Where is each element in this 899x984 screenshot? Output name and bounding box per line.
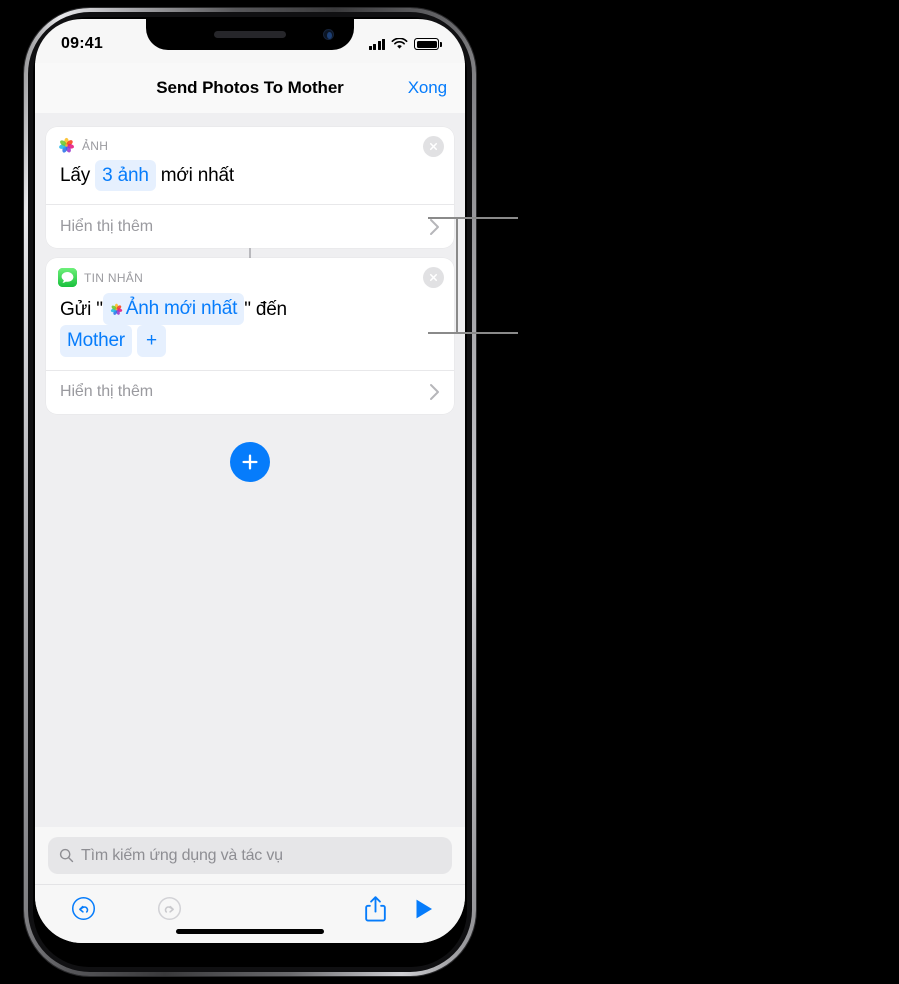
battery-icon [414,38,442,50]
close-circle-icon[interactable] [423,267,444,289]
notch [146,19,354,50]
action-card-photos[interactable]: ẢNH Lấy 3 ảnh mới nhất Hiển thị thêm [46,127,454,249]
show-more-row[interactable]: Hiển thị thêm [46,369,454,414]
callout-line-vertical [456,217,458,334]
redo-button [141,896,197,921]
cellular-bars-icon [368,38,385,50]
close-circle-icon[interactable] [423,136,444,157]
action-header: TIN NHẮN [46,258,454,289]
screenshot-stage: 09:41 Send Photos To Mother Xong ẢNH Lấy… [0,0,899,984]
action-app-label: ẢNH [82,138,109,153]
search-placeholder: Tìm kiếm ứng dụng và tác vụ [81,846,283,864]
parameter-token-latest-photos[interactable]: Ảnh mới nhất [102,293,245,325]
action-body: Lấy 3 ảnh mới nhất [46,156,454,204]
home-indicator[interactable] [176,929,324,934]
editor-toolbar [35,884,465,932]
redo-icon [157,896,181,921]
chevron-right-icon [430,218,439,235]
add-action-button[interactable] [230,441,270,482]
action-connector [249,248,251,259]
search-input[interactable]: Tìm kiếm ứng dụng và tác vụ [48,837,452,874]
front-camera [323,29,334,40]
show-more-label: Hiển thị thêm [60,383,153,401]
phrase-text: Lấy [60,165,91,186]
undo-icon [71,896,95,921]
status-time: 09:41 [61,35,103,52]
action-phrase: Lấy 3 ảnh mới nhất [60,160,440,192]
add-action-row [46,441,454,482]
messages-icon [58,268,77,288]
action-header: ẢNH [46,127,454,157]
search-container: Tìm kiếm ứng dụng và tác vụ [35,827,465,884]
play-icon [416,899,432,918]
photos-icon [110,303,122,315]
photos-icon [59,137,74,153]
callout-line-messages-action [428,332,518,334]
show-more-label: Hiển thị thêm [60,217,153,235]
done-button[interactable]: Xong [408,78,447,98]
share-icon [364,895,386,921]
search-icon [59,848,74,863]
phrase-text: " đến [244,299,287,321]
navigation-bar: Send Photos To Mother Xong [35,63,465,113]
callout-line-photos-action [428,217,518,219]
undo-button[interactable] [55,896,111,921]
show-more-row[interactable]: Hiển thị thêm [46,204,454,248]
action-card-messages[interactable]: TIN NHẮN Gửi " Ảnh mới nhất " đến Mother… [46,258,454,414]
wifi-icon [391,38,408,49]
parameter-token-photo-count[interactable]: 3 ảnh [95,160,156,192]
bottom-bar: Tìm kiếm ứng dụng và tác vụ [35,827,465,943]
run-shortcut-button[interactable] [403,898,445,920]
chevron-right-icon [430,384,439,401]
earpiece-speaker [214,31,286,38]
phrase-text: Gửi " [60,299,103,321]
action-app-label: TIN NHẮN [84,270,144,285]
action-phrase: Gửi " Ảnh mới nhất " đến Mother + [60,293,440,357]
status-indicators [368,32,442,50]
share-button[interactable] [347,895,403,923]
token-label: Ảnh mới nhất [125,298,238,320]
shortcut-editor-canvas: ẢNH Lấy 3 ảnh mới nhất Hiển thị thêm TIN… [35,113,465,827]
plus-icon [242,453,258,470]
page-title: Send Photos To Mother [156,78,344,97]
phone-screen: 09:41 Send Photos To Mother Xong ẢNH Lấy… [35,19,465,943]
action-body: Gửi " Ảnh mới nhất " đến Mother + [46,289,454,369]
phone-device-frame: 09:41 Send Photos To Mother Xong ẢNH Lấy… [24,8,476,976]
parameter-token-recipient[interactable]: Mother [60,325,132,357]
add-recipient-button[interactable]: + [137,325,166,357]
phrase-text: mới nhất [160,165,234,186]
